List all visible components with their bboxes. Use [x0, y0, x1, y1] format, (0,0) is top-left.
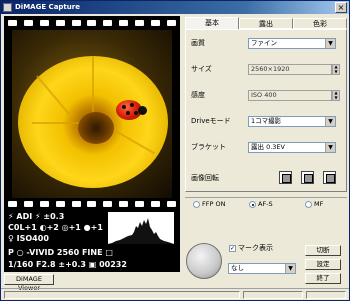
film-strip-bottom	[8, 200, 176, 208]
tab-color[interactable]: 色彩	[293, 18, 347, 29]
tab-basic[interactable]: 基本	[185, 17, 239, 29]
iso-spinner[interactable]: ▲ ▼	[332, 90, 340, 101]
rotate-none-icon[interactable]	[301, 171, 314, 184]
size-field[interactable]: 2560×1920	[248, 64, 332, 75]
focus-mode-group: FFP ON AF-S MF	[185, 197, 347, 209]
radio-af-s[interactable]: AF-S	[249, 200, 273, 209]
iso-field[interactable]: ISO 400	[248, 90, 332, 101]
drive-mode-select[interactable]: 1コマ撮影 ▼	[248, 116, 336, 127]
radio-ffp-on[interactable]: FFP ON	[193, 200, 225, 209]
app-window: DiMAGE Capture × ⚡ ADI ⚡ ±0.3 C0L+1 ◐+2 …	[0, 0, 350, 301]
basic-settings-panel: 画質 ファイン ▼ サイズ 2560×1920 ▲ ▼ 感度 ISO 400 ▲ ▼…	[185, 29, 347, 192]
chevron-down-icon[interactable]: ▼	[325, 39, 335, 48]
shutter-button[interactable]	[186, 243, 222, 279]
tab-exposure[interactable]: 露出	[239, 18, 293, 29]
film-strip-top	[8, 19, 176, 27]
title-bar[interactable]: DiMAGE Capture ×	[1, 1, 349, 14]
quality-select[interactable]: ファイン ▼	[248, 38, 336, 49]
mark-select[interactable]: なし ▼	[228, 263, 296, 274]
info-line-5: 1/160 F2.8 ±+0.3 ▣ 00232	[8, 260, 127, 269]
chevron-down-icon[interactable]: ▼	[325, 117, 335, 126]
status-cell-main	[4, 291, 240, 299]
dimage-viewer-button[interactable]: DiMAGE Viewer	[4, 274, 54, 292]
mark-display-label: マーク表示	[238, 244, 273, 252]
window-title: DiMAGE Capture	[15, 3, 80, 11]
status-bar	[1, 288, 349, 300]
quality-value: ファイン	[251, 39, 277, 47]
exit-button[interactable]: 終了	[305, 273, 341, 284]
info-line-3: ♀ ISO400	[8, 234, 49, 243]
mark-value: なし	[231, 264, 244, 272]
info-line-2: C0L+1 ◐+2 ◎+1 ●+1	[8, 223, 103, 232]
iso-label: 感度	[191, 91, 205, 99]
size-label: サイズ	[191, 65, 212, 73]
status-cell-3	[306, 291, 346, 299]
bracket-value: 露出 0.3EV	[251, 143, 285, 151]
close-button[interactable]: ×	[335, 2, 347, 13]
rotate-right-icon[interactable]	[323, 171, 336, 184]
radio-mf[interactable]: MF	[305, 200, 323, 209]
settings-button[interactable]: 設定	[305, 259, 341, 270]
bracket-label: ブラケット	[191, 143, 226, 151]
live-preview-image	[12, 30, 172, 198]
size-spinner[interactable]: ▲ ▼	[332, 64, 340, 75]
preview-panel: ⚡ ADI ⚡ ±0.3 C0L+1 ◐+2 ◎+1 ●+1 ♀ ISO400 …	[4, 16, 180, 272]
quality-label: 画質	[191, 39, 205, 47]
chevron-down-icon[interactable]: ▼	[325, 143, 335, 152]
status-cell-2	[243, 291, 303, 299]
drive-mode-value: 1コマ撮影	[251, 117, 282, 125]
bracket-select[interactable]: 露出 0.3EV ▼	[248, 142, 336, 153]
info-line-1: ⚡ ADI ⚡ ±0.3	[8, 212, 65, 221]
disconnect-button[interactable]: 切断	[305, 245, 341, 256]
mark-display-checkbox[interactable]: ✓	[229, 245, 236, 252]
settings-tabs: 基本 露出 色彩	[185, 17, 347, 29]
drive-mode-label: Driveモード	[191, 117, 231, 125]
rotate-left-icon[interactable]	[279, 171, 292, 184]
app-icon	[3, 3, 12, 12]
histogram	[108, 212, 174, 244]
info-line-4: P ○ -VIVID 2560 FINE □	[8, 248, 113, 257]
chevron-down-icon[interactable]: ▼	[285, 264, 295, 273]
rotate-label: 画像回転	[191, 174, 219, 182]
